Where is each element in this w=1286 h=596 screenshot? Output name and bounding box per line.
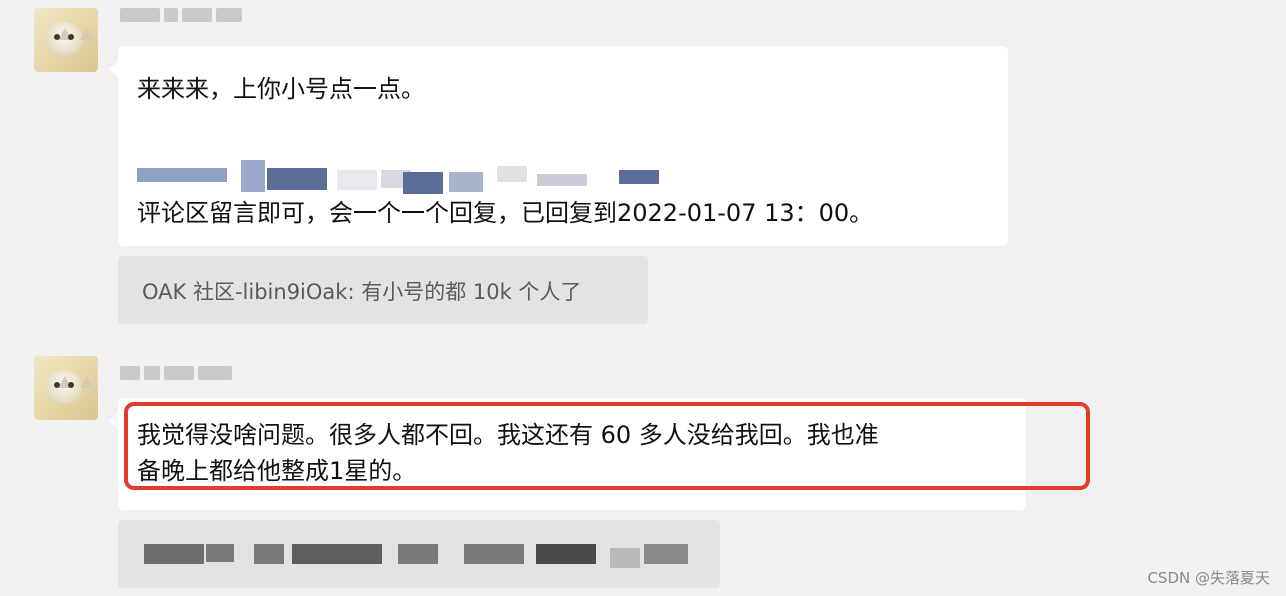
bubble-tail [109,60,119,78]
avatar[interactable] [34,356,98,420]
quoted-reply[interactable] [118,520,720,588]
watermark: CSDN @失落夏天 [1147,569,1270,587]
cat-avatar-icon [46,370,94,404]
bubble-tail [109,412,119,430]
quoted-text-blurred [144,542,704,568]
sender-name-blurred [120,366,232,380]
message-bubble[interactable]: 来来来，上你小号点一点。 评论区留言即可，会一个一个回复，已回复到2022-01… [109,46,1008,246]
red-highlight-box [124,402,1090,490]
quoted-text: OAK 社区-libin9iOak: 有小号的都 10k 个人了 [142,280,582,304]
avatar[interactable] [34,8,98,72]
link-blurred[interactable] [137,158,659,194]
message-line: 来来来，上你小号点一点。 [137,75,425,103]
sender-name-blurred [120,8,242,22]
cat-avatar-icon [46,22,94,56]
quoted-reply[interactable]: OAK 社区-libin9iOak: 有小号的都 10k 个人了 [118,256,648,324]
message-line: 评论区留言即可，会一个一个回复，已回复到2022-01-07 13：00。 [137,199,874,227]
